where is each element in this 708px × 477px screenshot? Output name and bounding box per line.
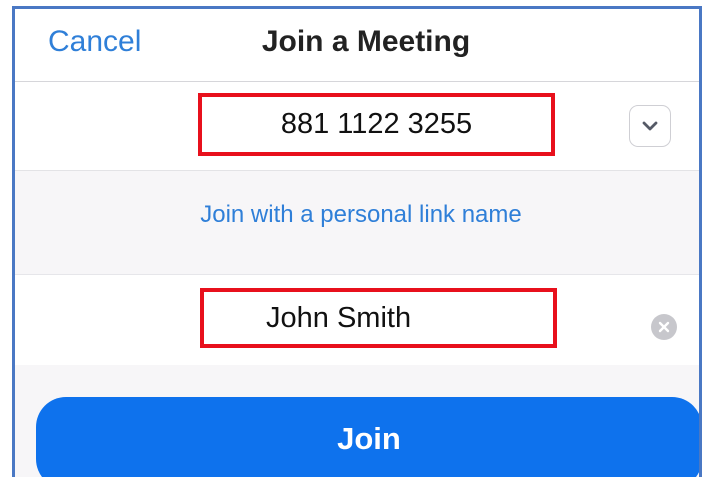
join-button-area: Join [15, 365, 699, 477]
meeting-id-row: 881 1122 3255 [15, 82, 699, 171]
display-name-input[interactable]: John Smith [204, 292, 553, 344]
meeting-history-dropdown-button[interactable] [629, 105, 671, 147]
nav-header: Cancel Join a Meeting [15, 9, 699, 82]
meeting-id-input[interactable]: 881 1122 3255 [202, 97, 551, 152]
join-button-label: Join [337, 421, 401, 456]
personal-link-row: Join with a personal link name [15, 171, 699, 274]
display-name-highlight: John Smith [200, 288, 557, 348]
personal-link-name-link[interactable]: Join with a personal link name [15, 201, 699, 229]
join-meeting-screen: Cancel Join a Meeting 881 1122 3255 Join… [12, 6, 702, 477]
meeting-id-highlight: 881 1122 3255 [198, 93, 555, 156]
chevron-down-icon [642, 121, 658, 131]
x-icon [658, 321, 670, 333]
clear-icon[interactable] [651, 314, 677, 340]
display-name-row: John Smith [15, 274, 699, 365]
page-title: Join a Meeting [261, 25, 471, 58]
join-button[interactable]: Join [36, 397, 699, 477]
